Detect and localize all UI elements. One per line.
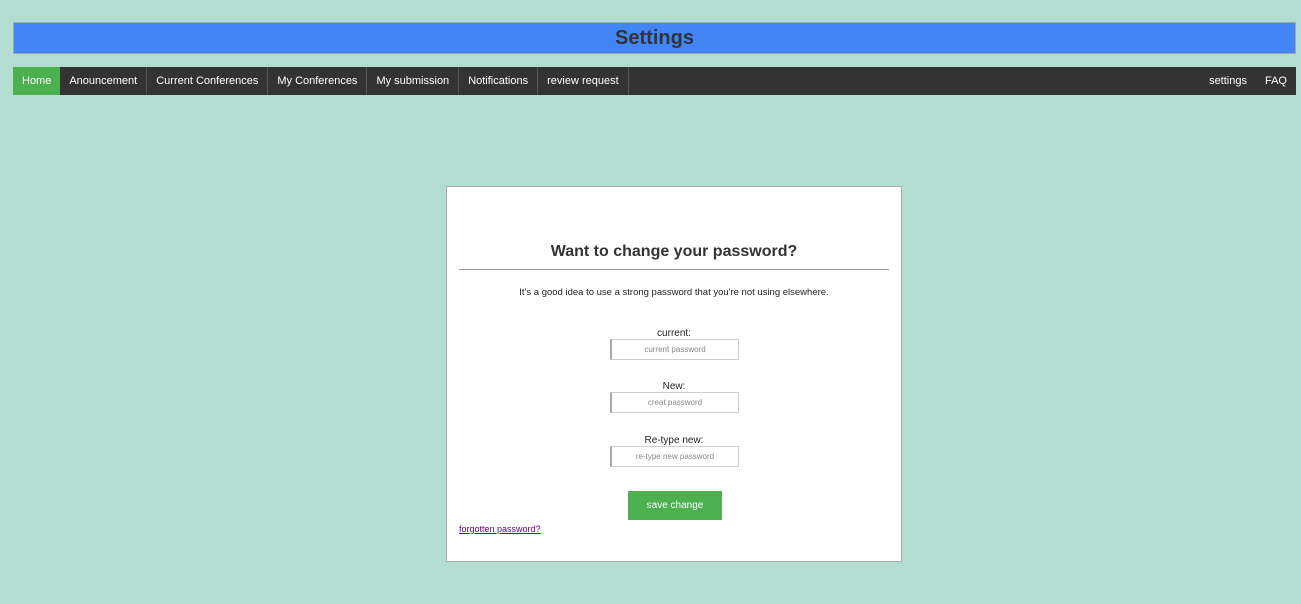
change-password-card: Want to change your password? It's a goo…: [446, 186, 902, 562]
page-title: Settings: [615, 26, 694, 49]
nav-item-faq[interactable]: FAQ: [1256, 67, 1296, 95]
save-change-button[interactable]: save change: [628, 491, 722, 520]
nav-spacer: [629, 67, 1200, 95]
nav-item-review-request[interactable]: review request: [538, 67, 629, 95]
new-password-label: New:: [662, 381, 686, 392]
nav-item-notifications[interactable]: Notifications: [459, 67, 539, 95]
nav-item-anouncement[interactable]: Anouncement: [60, 67, 148, 95]
current-password-label: current:: [657, 328, 691, 339]
change-password-hint: It's a good idea to use a strong passwor…: [519, 287, 829, 298]
nav-item-my-conferences[interactable]: My Conferences: [268, 67, 368, 95]
new-password-input[interactable]: [610, 392, 739, 413]
nav-item-home[interactable]: Home: [13, 67, 61, 95]
retype-password-label: Re-type new:: [644, 435, 704, 446]
change-password-heading: Want to change your password?: [550, 243, 798, 260]
nav-item-settings[interactable]: settings: [1200, 67, 1256, 95]
heading-divider: [459, 269, 889, 270]
title-bar: Settings: [13, 22, 1296, 54]
forgotten-password-link[interactable]: forgotten password?: [459, 524, 541, 534]
nav-item-current-conferences[interactable]: Current Conferences: [147, 67, 269, 95]
nav-item-my-submission[interactable]: My submission: [367, 67, 460, 95]
top-nav: Home Anouncement Current Conferences My …: [13, 67, 1296, 95]
retype-password-input[interactable]: [610, 446, 739, 467]
current-password-input[interactable]: [610, 339, 739, 360]
